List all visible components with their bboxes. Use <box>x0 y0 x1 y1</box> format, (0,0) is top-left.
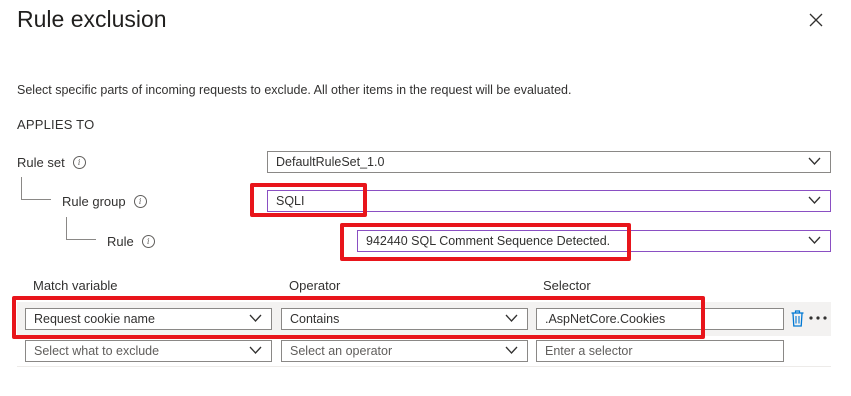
chevron-down-icon <box>249 346 262 354</box>
new-selector-input[interactable]: Enter a selector <box>536 340 784 362</box>
rule-group-value: SQLI <box>276 194 305 208</box>
more-icon[interactable] <box>808 309 828 327</box>
operator-placeholder: Select an operator <box>290 344 393 358</box>
info-icon[interactable]: i <box>133 194 147 208</box>
rule-set-label: Rule set <box>17 154 65 170</box>
trash-icon[interactable] <box>791 310 804 327</box>
rule-label-row: Rule i <box>107 233 155 249</box>
match-variable-dropdown[interactable]: Request cookie name <box>25 308 272 330</box>
operator-value: Contains <box>290 312 340 326</box>
rule-label: Rule <box>107 233 134 249</box>
chevron-down-icon <box>808 236 821 244</box>
rule-set-dropdown[interactable]: DefaultRuleSet_1.0 <box>267 151 831 173</box>
selector-input[interactable]: .AspNetCore.Cookies <box>536 308 784 330</box>
match-variable-placeholder: Select what to exclude <box>34 344 160 358</box>
rule-set-label-row: Rule set i <box>17 154 86 170</box>
chevron-down-icon <box>505 346 518 354</box>
tree-connector-rule <box>66 217 96 240</box>
match-variable-value: Request cookie name <box>34 312 155 326</box>
selector-placeholder: Enter a selector <box>545 344 633 358</box>
row-divider <box>17 366 831 367</box>
rule-group-dropdown[interactable]: SQLI <box>267 190 831 212</box>
panel-title: Rule exclusion <box>17 6 167 32</box>
operator-dropdown[interactable]: Contains <box>281 308 528 330</box>
panel-description: Select specific parts of incoming reques… <box>17 83 572 97</box>
header-operator: Operator <box>289 278 341 293</box>
close-icon[interactable] <box>808 12 824 28</box>
tree-connector-rule-group <box>21 177 51 200</box>
new-operator-dropdown[interactable]: Select an operator <box>281 340 528 362</box>
rule-dropdown[interactable]: 942440 SQL Comment Sequence Detected. <box>357 230 831 252</box>
rule-group-label: Rule group <box>62 193 126 209</box>
info-icon[interactable]: i <box>72 155 86 169</box>
rule-set-value: DefaultRuleSet_1.0 <box>276 155 385 169</box>
chevron-down-icon <box>808 196 821 204</box>
selector-value: .AspNetCore.Cookies <box>545 312 666 326</box>
rule-value: 942440 SQL Comment Sequence Detected. <box>366 234 611 248</box>
rule-group-label-row: Rule group i <box>62 193 147 209</box>
chevron-down-icon <box>808 157 821 165</box>
section-heading: APPLIES TO <box>17 117 95 132</box>
header-match-variable: Match variable <box>33 278 118 293</box>
chevron-down-icon <box>505 314 518 322</box>
info-icon[interactable]: i <box>141 234 155 248</box>
header-selector: Selector <box>543 278 591 293</box>
chevron-down-icon <box>249 314 262 322</box>
new-match-variable-dropdown[interactable]: Select what to exclude <box>25 340 272 362</box>
